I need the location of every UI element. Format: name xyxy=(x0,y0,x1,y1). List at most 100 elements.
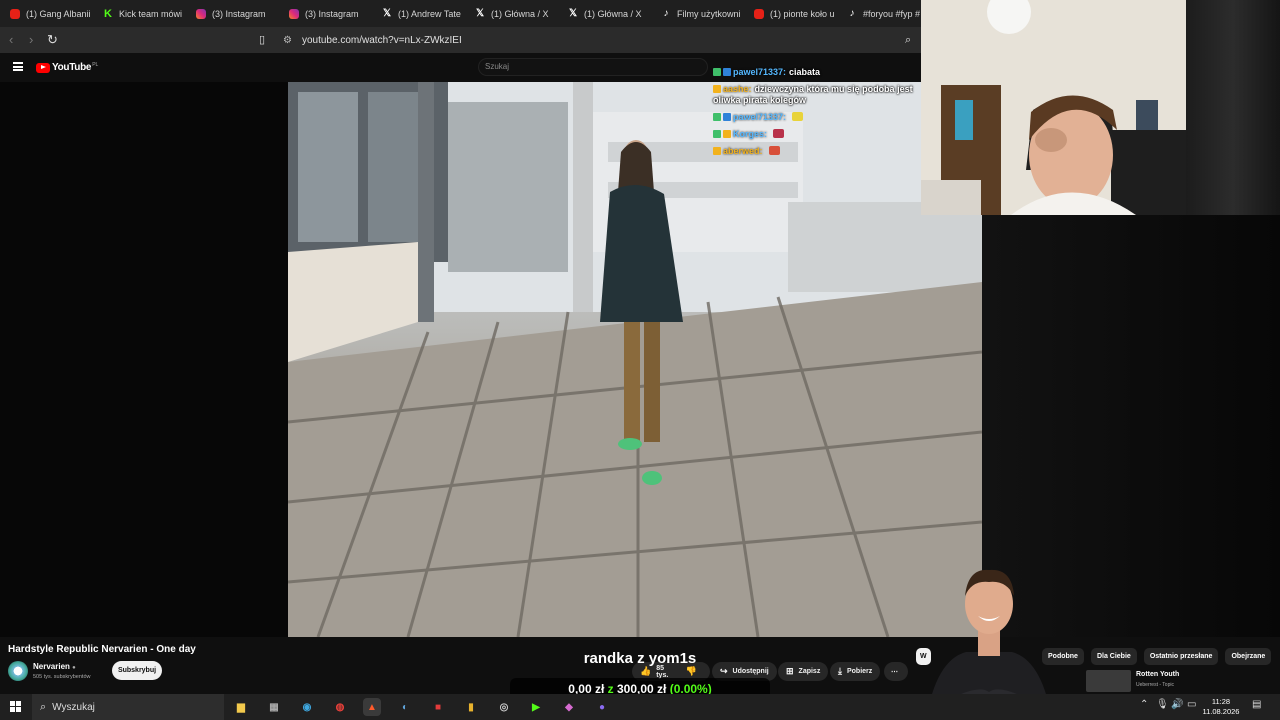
chat-badge-icon xyxy=(723,112,731,121)
webcam-scene xyxy=(921,0,1186,215)
chat-badge-icon xyxy=(713,146,721,155)
obs-icon[interactable]: ◎ xyxy=(495,698,513,716)
browser-tab[interactable]: ♪ Filmy użytkowni xyxy=(651,0,744,27)
back-icon[interactable]: ‹ xyxy=(9,33,13,47)
webcam-side-panel xyxy=(1186,0,1280,215)
thumbs-up-icon: 👍 xyxy=(640,666,652,676)
clock-date: 11.08.2026 xyxy=(1202,707,1240,716)
chat-message: pawel71337: ciabata xyxy=(713,63,943,80)
youtube-region-label: PL xyxy=(92,61,99,68)
chip-obejrzane[interactable]: Obejrzane xyxy=(1225,648,1272,665)
steam-icon[interactable]: ◐ xyxy=(396,698,414,716)
emote-icon xyxy=(768,146,780,155)
video-player[interactable] xyxy=(288,82,982,637)
tab-label: Filmy użytkowni xyxy=(677,8,741,19)
subscribe-button[interactable]: Subskrybuj xyxy=(112,661,162,680)
tab-label: (3) Instagram xyxy=(305,8,359,19)
taskbar-search-label: Wyszukaj xyxy=(52,701,95,713)
notifications-icon[interactable]: ▤ xyxy=(1252,699,1261,710)
settings-app-icon[interactable]: ▦ xyxy=(265,698,283,716)
file-explorer-icon[interactable]: ▆ xyxy=(232,698,250,716)
chat-badge-icon xyxy=(723,129,731,138)
browser-tab[interactable]: (3) Instagram xyxy=(186,0,279,27)
tab-label: #foryou #fyp # xyxy=(863,8,921,19)
app-icon[interactable]: ▮ xyxy=(462,698,480,716)
windows-start-icon[interactable] xyxy=(10,701,21,712)
recommendation-thumbnail[interactable] xyxy=(1086,670,1131,692)
tiktok-icon: ♪ xyxy=(663,8,669,19)
instagram-icon xyxy=(289,8,299,19)
browser-tab[interactable]: (1) Gang Albanii xyxy=(0,0,93,27)
bookmark-icon[interactable]: ▯ xyxy=(259,33,265,47)
forward-icon[interactable]: › xyxy=(29,33,33,47)
video-frame-scene xyxy=(288,82,982,637)
channel-name-text: Nervarien xyxy=(33,662,70,671)
chat-username: aberwed: xyxy=(723,145,763,156)
edge-icon[interactable]: ◉ xyxy=(298,698,316,716)
browser-tab[interactable]: 𝕏 (1) Główna / X xyxy=(465,0,558,27)
menu-icon[interactable] xyxy=(13,62,23,71)
tab-label: (1) Główna / X xyxy=(584,8,642,19)
youtube-play-icon xyxy=(36,62,50,73)
tab-label: (1) pionte koło u xyxy=(770,8,835,19)
tab-label: (1) Gang Albanii xyxy=(26,8,91,19)
chip-dla-ciebie[interactable]: Dla Ciebie xyxy=(1090,648,1137,665)
player-left-letterbox xyxy=(0,82,288,637)
youtube-logo[interactable]: YouTube PL xyxy=(36,62,98,73)
browser-tab[interactable]: (3) Instagram xyxy=(279,0,372,27)
chip-ostatnio-przeslane[interactable]: Ostatnio przesłane xyxy=(1143,648,1219,665)
site-info-icon[interactable]: ⚙ xyxy=(283,35,292,46)
search-icon[interactable]: ⌕ xyxy=(905,33,911,47)
share-label: Udostępnij xyxy=(732,668,769,675)
brave-icon[interactable]: ▲ xyxy=(363,698,381,716)
channel-avatar[interactable] xyxy=(8,661,28,681)
browser-tab[interactable]: K Kick team mówi xyxy=(93,0,186,27)
save-button[interactable]: ⊞ Zapisz xyxy=(778,662,829,681)
chat-message: aberwed: xyxy=(713,142,943,159)
search-icon: ⌕ xyxy=(40,700,47,713)
browser-tab[interactable]: (1) pionte koło u xyxy=(744,0,837,27)
chat-username: pawel71337: xyxy=(733,111,787,122)
volume-icon[interactable]: 🔊 xyxy=(1171,699,1183,710)
browser-tab[interactable]: ♪ #foryou #fyp # xyxy=(837,0,930,27)
network-icon[interactable]: ▭ xyxy=(1187,699,1196,710)
kick-app-icon[interactable]: ▶ xyxy=(527,698,545,716)
address-bar-row: ‹ › ↻ ▯ ⚙ youtube.com/watch?v=nLx-ZWkzIE… xyxy=(0,27,921,53)
windows-taskbar: ⌕ Wyszukaj ▆ ▦ ◉ ◍ ▲ ◐ ■ ▮ ◎ ▶ ◆ ● ⌃ 🎙 🔊… xyxy=(0,694,1280,720)
browser-tab[interactable]: 𝕏 (1) Andrew Tate xyxy=(372,0,465,27)
app-icon[interactable]: ◆ xyxy=(560,698,578,716)
url-field[interactable]: ⚙ youtube.com/watch?v=nLx-ZWkzIEI xyxy=(283,31,920,49)
chrome-icon[interactable]: ◍ xyxy=(331,698,349,716)
taskbar-clock[interactable]: 11:28 11.08.2026 xyxy=(1200,697,1242,717)
tab-label: Kick team mówi xyxy=(119,8,183,19)
tray-chevron-icon[interactable]: ⌃ xyxy=(1140,699,1148,710)
recommendation-title[interactable]: Rotten Youth xyxy=(1136,671,1179,678)
taskbar-search[interactable]: ⌕ Wyszukaj xyxy=(32,694,224,720)
chat-message: Korges: xyxy=(713,125,943,142)
kick-icon: K xyxy=(104,7,112,20)
obs-app-icon[interactable]: ■ xyxy=(429,698,447,716)
chat-badge-icon xyxy=(723,67,731,76)
youtube-search-input[interactable]: Szukaj xyxy=(478,58,708,76)
microphone-icon[interactable]: 🎙 xyxy=(1156,699,1169,710)
download-icon: ⤓ xyxy=(838,666,842,676)
download-button[interactable]: ⤓ Pobierz xyxy=(830,662,881,681)
more-icon: ⋯ xyxy=(891,668,898,676)
reload-icon[interactable]: ↻ xyxy=(47,33,58,47)
save-icon: ⊞ xyxy=(786,666,794,676)
chat-badge-icon xyxy=(713,67,721,76)
subscriber-count: 505 tys. subskrybentów xyxy=(33,674,91,680)
chat-username: Korges: xyxy=(733,128,768,139)
stream-overlay-title: randka z yom1s xyxy=(583,650,697,667)
instagram-icon xyxy=(196,8,206,19)
chat-badge-icon xyxy=(713,84,721,93)
youtube-icon xyxy=(754,8,764,19)
browser-tab[interactable]: 𝕏 (1) Główna / X xyxy=(558,0,651,27)
channel-name[interactable]: Nervarien ● xyxy=(33,662,76,671)
thumbs-down-icon: 👎 xyxy=(685,666,697,676)
more-actions-button[interactable]: ⋯ xyxy=(884,662,908,681)
chat-badge-icon xyxy=(713,129,721,138)
x-icon: 𝕏 xyxy=(475,8,485,19)
verified-icon: ● xyxy=(72,665,76,671)
discord-icon[interactable]: ● xyxy=(593,698,611,716)
